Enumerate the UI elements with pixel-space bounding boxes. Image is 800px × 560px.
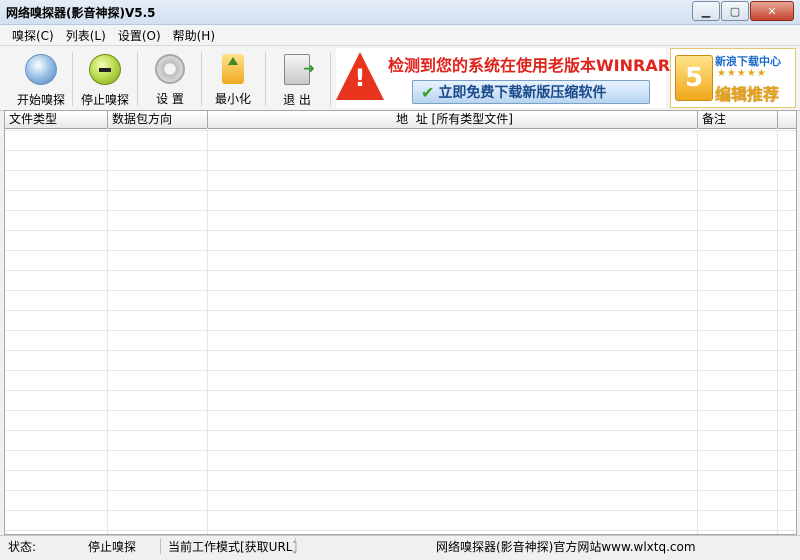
winrar-ad-banner[interactable]: ! 检测到您的系统在使用老版本WINRAR! ✔ 立即免费下载新版压缩软件 xyxy=(336,48,677,108)
status-divider xyxy=(160,538,161,554)
start-sniff-button[interactable]: 开始嗅探 xyxy=(12,50,70,108)
exclamation-icon: ! xyxy=(354,64,366,92)
window-title: 网络嗅探器(影音神探)V5.5 xyxy=(6,6,156,20)
minimize-tray-icon xyxy=(222,54,244,84)
capture-list[interactable]: 文件类型 数据包方向 地 址 [所有类型文件] 备注 xyxy=(4,110,797,535)
settings-label: 设 置 xyxy=(156,92,184,106)
exit-button[interactable]: 退 出 xyxy=(272,50,322,108)
settings-button[interactable]: 设 置 xyxy=(144,50,196,108)
gear-icon xyxy=(155,54,185,84)
toolbar-divider xyxy=(330,52,331,106)
stop-sniff-label: 停止嗅探 xyxy=(80,93,129,107)
ad-banner-text: 检测到您的系统在使用老版本WINRAR! xyxy=(388,56,678,75)
menu-sniff[interactable]: 嗅探(C) xyxy=(6,27,60,44)
close-window-button[interactable]: ✕ xyxy=(750,1,794,21)
badge-number: 5 xyxy=(675,55,713,101)
column-divider xyxy=(107,128,108,534)
status-divider xyxy=(295,538,296,554)
column-header-address[interactable]: 地 址 [所有类型文件] xyxy=(208,111,698,128)
column-header-file-type[interactable]: 文件类型 xyxy=(5,111,108,128)
menu-settings[interactable]: 设置(O) xyxy=(112,27,167,44)
status-mode: 当前工作模式[获取URL] xyxy=(168,540,298,554)
status-bar: 状态: 停止嗅探 当前工作模式[获取URL] 网络嗅探器(影音神探)官方网站ww… xyxy=(0,535,800,556)
menu-bar: 嗅探(C) 列表(L) 设置(O) 帮助(H) xyxy=(0,25,800,46)
stop-icon xyxy=(89,54,121,85)
status-label: 状态: xyxy=(8,540,37,554)
start-sniff-label: 开始嗅探 xyxy=(16,93,65,107)
toolbar-divider xyxy=(72,52,73,106)
globe-icon xyxy=(25,54,57,85)
checkmark-icon: ✔ xyxy=(421,82,435,102)
badge-bottom-text: 编辑推荐 xyxy=(715,85,780,104)
maximize-icon: ▢ xyxy=(729,4,741,18)
status-state: 停止嗅探 xyxy=(88,540,137,554)
list-header: 文件类型 数据包方向 地 址 [所有类型文件] 备注 xyxy=(5,111,796,129)
star-rating-icon: ★★★★★ xyxy=(717,68,767,79)
close-icon: ✕ xyxy=(767,4,777,18)
minimize-to-tray-button[interactable]: 最小化 xyxy=(208,50,258,108)
ad-download-button[interactable]: ✔ 立即免费下载新版压缩软件 xyxy=(412,80,650,104)
official-site-link[interactable]: 网络嗅探器(影音神探)官方网站www.wlxtq.com xyxy=(436,538,696,555)
window-controls: ▁ ▢ ✕ xyxy=(691,1,794,21)
column-divider xyxy=(777,128,778,534)
minimize-icon: ▁ xyxy=(701,4,711,18)
editor-recommend-badge[interactable]: 5 新浪下载中心 ★★★★★ 编辑推荐 xyxy=(670,48,796,108)
toolbar-divider xyxy=(201,52,202,106)
minimize-label: 最小化 xyxy=(214,92,251,106)
menu-list[interactable]: 列表(L) xyxy=(60,27,112,44)
maximize-window-button[interactable]: ▢ xyxy=(721,1,749,21)
toolbar-divider xyxy=(137,52,138,106)
column-divider xyxy=(207,128,208,534)
stop-sniff-button[interactable]: 停止嗅探 xyxy=(76,50,134,108)
minimize-window-button[interactable]: ▁ xyxy=(692,1,720,21)
menu-help[interactable]: 帮助(H) xyxy=(167,27,221,44)
exit-icon xyxy=(284,54,315,85)
title-bar: 网络嗅探器(影音神探)V5.5 ▁ ▢ ✕ xyxy=(0,0,800,25)
exit-label: 退 出 xyxy=(283,93,311,107)
badge-top-text: 新浪下载中心 xyxy=(715,55,781,68)
column-header-direction[interactable]: 数据包方向 xyxy=(108,111,208,128)
ad-download-label: 立即免费下载新版压缩软件 xyxy=(438,85,607,101)
column-divider xyxy=(697,128,698,534)
column-header-notes[interactable]: 备注 xyxy=(698,111,778,128)
toolbar-divider xyxy=(265,52,266,106)
